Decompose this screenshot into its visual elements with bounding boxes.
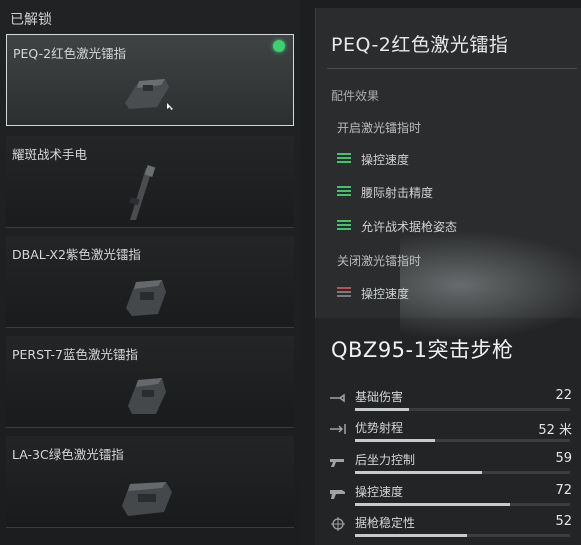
stat-value: 22 [555, 388, 572, 403]
stat-bar-fill [355, 471, 482, 474]
attachment-card-label: PEQ-2红色激光镭指 [13, 46, 127, 61]
stat-name: 基础伤害 [355, 390, 404, 404]
handling-icon [329, 486, 347, 500]
effect-label: 操控速度 [361, 153, 410, 167]
equipped-indicator-icon [273, 40, 285, 52]
attachment-card-label: LA-3C绿色激光镭指 [12, 447, 124, 462]
detail-panel: PEQ-2红色激光镭指 配件效果 开启激光镭指时 操控速度 腰际射击精度 允许战… [315, 8, 581, 545]
stat-bar-fill [355, 439, 435, 442]
stat-bar-fill [355, 534, 467, 537]
weapon-title: QBZ95-1突击步枪 [331, 338, 514, 362]
stat-bar [355, 471, 570, 474]
stat-name: 据枪稳定性 [355, 516, 416, 530]
laser-on-condition: 开启激光镭指时 [337, 121, 422, 135]
stat-row-aim-stability: 据枪稳定性 52 [329, 514, 572, 540]
effect-label: 操控速度 [361, 287, 410, 301]
stat-name: 操控速度 [355, 485, 404, 499]
stat-bar-fill [355, 408, 409, 411]
stat-buff-icon [337, 220, 351, 232]
stat-name: 优势射程 [355, 421, 404, 435]
attachment-card-label: DBAL-X2紫色激光镭指 [12, 247, 141, 262]
attachment-card-dbal-x2[interactable]: DBAL-X2紫色激光镭指 [6, 236, 294, 328]
attachment-list-panel: 已解锁 PEQ-2红色激光镭指 耀斑战术手电 DBAL-X2紫色激光镭指 PER… [0, 0, 300, 545]
weapon-stats-block: QBZ95-1突击步枪 基础伤害 22 优势射程 52 米 后坐力控制 59 操… [315, 318, 581, 545]
flashlight-icon [129, 165, 156, 220]
unlocked-section-title: 已解锁 [10, 12, 52, 28]
stat-bar [355, 408, 570, 411]
stat-row-effective-range: 优势射程 52 米 [329, 419, 572, 445]
laser-module-icon [126, 280, 166, 316]
recoil-icon [329, 454, 347, 468]
attachment-card-peq2[interactable]: PEQ-2红色激光镭指 [6, 34, 294, 126]
crosshair-icon [329, 517, 347, 531]
stat-bar [355, 503, 570, 506]
laser-off-condition: 关闭激光镭指时 [337, 254, 422, 268]
stat-value: 52 米 [538, 423, 572, 438]
stat-bar [355, 534, 570, 537]
stat-value: 52 [555, 514, 572, 529]
attachment-card-label: PERST-7蓝色激光镭指 [12, 347, 139, 362]
attachment-title: PEQ-2红色激光镭指 [331, 34, 509, 56]
stat-bar-fill [355, 503, 510, 506]
range-icon [329, 422, 347, 436]
effect-label: 允许战术据枪姿态 [361, 220, 458, 234]
stat-bar [355, 439, 570, 442]
stat-name: 后坐力控制 [355, 453, 416, 467]
stat-value: 59 [555, 451, 572, 466]
stat-row-recoil-control: 后坐力控制 59 [329, 451, 572, 477]
stat-debuff-icon [337, 287, 351, 299]
laser-module-icon [128, 378, 166, 414]
attachment-card-label: 耀斑战术手电 [12, 147, 88, 162]
attachment-card-perst-7[interactable]: PERST-7蓝色激光镭指 [6, 336, 294, 428]
stat-buff-icon [337, 186, 351, 198]
stat-value: 72 [555, 483, 572, 498]
stat-row-base-damage: 基础伤害 22 [329, 388, 572, 414]
stat-buff-icon [337, 153, 351, 165]
stat-row-handling-speed: 操控速度 72 [329, 483, 572, 509]
effect-label: 腰际射击精度 [361, 186, 434, 200]
attachment-card-flare-flashlight[interactable]: 耀斑战术手电 [6, 136, 294, 228]
laser-module-icon [122, 482, 172, 516]
effects-header: 配件效果 [331, 89, 380, 103]
laser-module-icon [125, 79, 173, 110]
bullet-icon [329, 391, 347, 405]
attachment-card-la-3c[interactable]: LA-3C绿色激光镭指 [6, 436, 294, 528]
divider [327, 68, 577, 69]
